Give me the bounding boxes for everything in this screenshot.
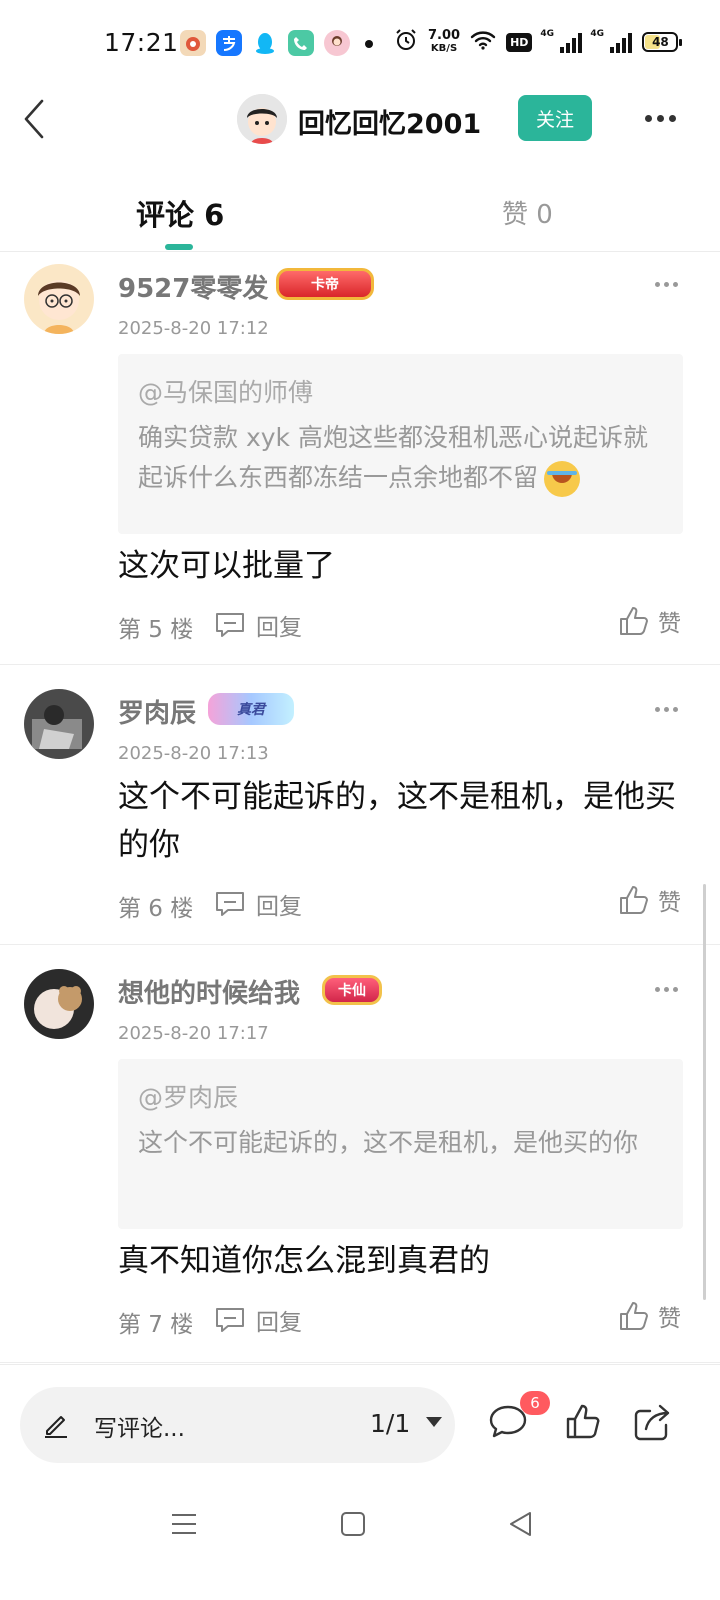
comment-more-button[interactable] <box>655 282 678 287</box>
comment-body: 真不知道你怎么混到真君的 <box>118 1243 490 1279</box>
comment-time: 2025-8-20 17:17 <box>118 1023 269 1044</box>
floor-number: 第 5 楼 <box>118 617 194 643</box>
comment-count-badge: 6 <box>520 1391 550 1415</box>
like-button[interactable]: 赞 <box>618 604 681 638</box>
back-button[interactable] <box>14 96 54 142</box>
reply-button[interactable]: 回复 <box>214 1303 302 1337</box>
system-navigation-bar <box>0 1484 720 1600</box>
write-comment-input[interactable]: 写评论... 1/1 <box>20 1387 455 1463</box>
header-avatar[interactable] <box>237 94 287 144</box>
wifi-icon <box>470 30 496 54</box>
pencil-icon <box>42 1411 70 1443</box>
header-user-name[interactable]: 回忆回忆2001 <box>298 102 481 141</box>
qq-icon <box>252 30 278 56</box>
commenter-avatar[interactable] <box>24 969 94 1039</box>
caret-down-icon[interactable] <box>426 1417 442 1427</box>
comment-time: 2025-8-20 17:12 <box>118 318 269 339</box>
network-speed: 7.00 KB/S <box>428 28 461 54</box>
status-app-icons <box>180 30 350 56</box>
reply-bubble-icon <box>216 613 244 637</box>
menu-icon <box>172 1514 196 1534</box>
tab-active-indicator <box>165 244 193 250</box>
commenter-name[interactable]: 9527零零发 <box>118 268 268 305</box>
chevron-left-icon <box>24 99 44 139</box>
quoted-text: 这个不可能起诉的，这不是租机，是他买的你 <box>138 1128 639 1157</box>
status-bar: 17:21 7.00 KB/S HD 4G 4G 48 <box>0 0 720 90</box>
quoted-user: @马保国的师傅 <box>138 378 314 407</box>
comment-item: 9527零零发 卡帝 2025-8-20 17:12 @马保国的师傅 确实贷款 … <box>0 252 720 665</box>
back-nav-button[interactable] <box>508 1510 534 1542</box>
rank-badge: 卡帝 <box>276 268 374 300</box>
rank-badge: 真君 <box>208 693 294 725</box>
home-square-icon <box>341 1512 365 1536</box>
commenter-avatar[interactable] <box>24 689 94 759</box>
page-indicator[interactable]: 1/1 <box>370 1409 410 1438</box>
tab-bar: 评论 6 赞 0 <box>0 170 720 252</box>
reply-button[interactable]: 回复 <box>214 887 302 921</box>
comment-body: 这次可以批量了 <box>118 548 335 584</box>
share-icon <box>634 1404 670 1441</box>
pinduoduo-icon <box>180 30 206 56</box>
comment-more-button[interactable] <box>655 987 678 992</box>
tab-comments[interactable]: 评论 6 <box>136 192 224 234</box>
comment-more-button[interactable] <box>655 707 678 712</box>
floor-number: 第 6 楼 <box>118 896 194 922</box>
commenter-name[interactable]: 想他的时候给我 <box>118 973 300 1010</box>
menu-nav-button[interactable] <box>170 1510 198 1542</box>
signal-icon-2: 4G <box>590 29 633 53</box>
commenter-avatar[interactable] <box>24 264 94 334</box>
signal-icon-1: 4G <box>540 29 583 53</box>
reply-button[interactable]: 回复 <box>214 608 302 642</box>
like-button[interactable]: 赞 <box>618 1299 681 1333</box>
comment-input-placeholder: 写评论... <box>94 1416 185 1442</box>
battery-icon: 48 <box>642 32 683 52</box>
thumbs-up-icon <box>620 1302 648 1330</box>
status-right-group: 7.00 KB/S HD 4G 4G 48 <box>394 28 683 56</box>
quoted-text: 确实贷款 xyk 高炮这些都没租机恶心说起诉就起诉什么东西都冻结一点余地都不留 <box>138 418 663 498</box>
tab-likes[interactable]: 赞 0 <box>502 194 553 231</box>
crying-laugh-emoji-icon <box>544 461 581 497</box>
bottom-action-bar: 写评论... 1/1 6 <box>0 1364 720 1484</box>
reply-bubble-icon <box>216 1308 244 1332</box>
thumbs-up-icon <box>620 886 648 914</box>
alipay-icon <box>216 30 242 56</box>
like-post-button[interactable] <box>564 1403 602 1445</box>
status-time: 17:21 <box>104 28 179 57</box>
thumbs-up-icon <box>566 1404 600 1439</box>
home-nav-button[interactable] <box>340 1510 366 1542</box>
comment-body: 这个不可能起诉的，这不是租机，是他买的你 <box>118 779 676 863</box>
comment-time: 2025-8-20 17:13 <box>118 743 269 764</box>
notification-dot <box>365 40 373 48</box>
top-header: 回忆回忆2001 关注 <box>0 90 720 150</box>
quoted-comment[interactable]: @罗肉辰 这个不可能起诉的，这不是租机，是他买的你 <box>118 1059 683 1229</box>
follow-button[interactable]: 关注 <box>518 95 592 141</box>
commenter-name[interactable]: 罗肉辰 <box>118 693 196 730</box>
comment-item: 罗肉辰 真君 2025-8-20 17:13 这个不可能起诉的，这不是租机，是他… <box>0 665 720 945</box>
hd-badge: HD <box>506 32 533 52</box>
scrollbar-thumb[interactable] <box>703 884 706 1300</box>
like-button[interactable]: 赞 <box>618 883 681 917</box>
thumbs-up-icon <box>620 607 648 635</box>
floor-number: 第 7 楼 <box>118 1312 194 1338</box>
phone-icon <box>288 30 314 56</box>
share-button[interactable] <box>632 1403 672 1445</box>
alarm-icon <box>394 28 418 56</box>
rank-badge: 卡仙 <box>322 975 382 1005</box>
quoted-comment[interactable]: @马保国的师傅 确实贷款 xyk 高炮这些都没租机恶心说起诉就起诉什么东西都冻结… <box>118 354 683 534</box>
more-dot-icon <box>644 114 652 122</box>
quoted-user: @罗肉辰 <box>138 1083 239 1112</box>
avatar-app-icon <box>324 30 350 56</box>
reply-bubble-icon <box>216 892 244 916</box>
back-triangle-icon <box>510 1512 531 1536</box>
more-options-button[interactable] <box>638 104 682 132</box>
comment-item: 想他的时候给我 卡仙 2025-8-20 17:17 @罗肉辰 这个不可能起诉的… <box>0 945 720 1363</box>
